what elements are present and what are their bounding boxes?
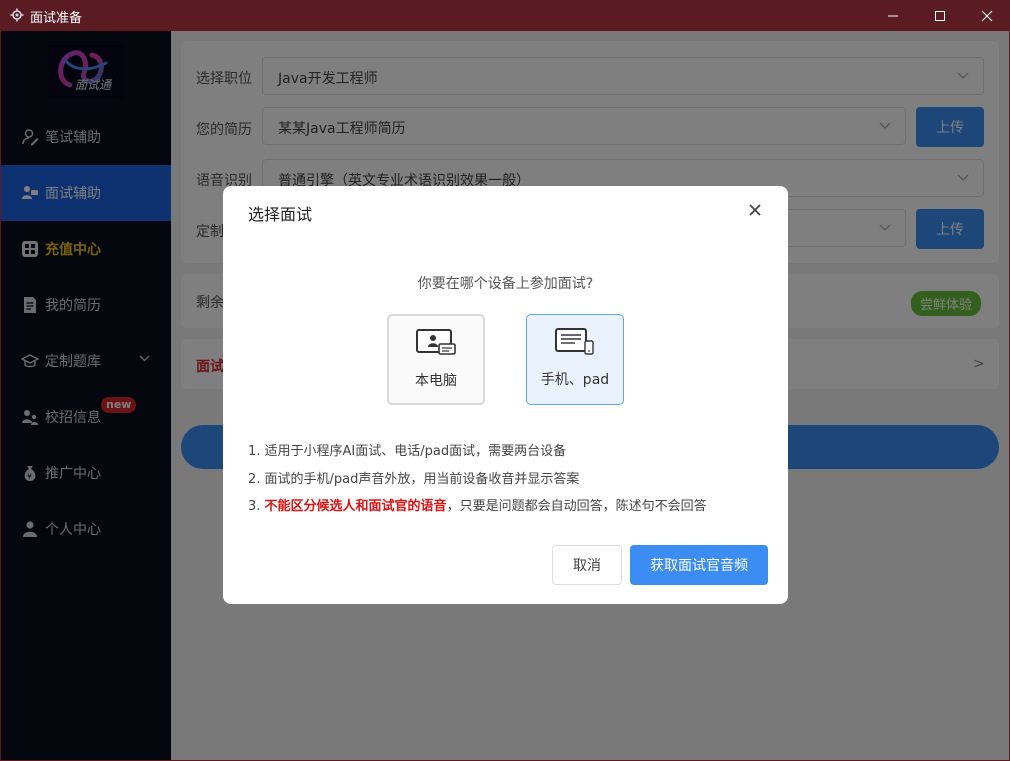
get-interviewer-audio-button[interactable]: 获取面试官音频 [630,545,768,585]
computer-icon [416,329,456,355]
device-option-mobile-pad[interactable]: 手机、pad [526,314,624,405]
close-window-button[interactable] [964,0,1010,31]
minimize-icon [888,15,898,16]
title-bar: 面试准备 [0,0,1010,31]
dialog-title: 选择面试 [248,205,313,224]
window-title: 面试准备 [30,11,83,26]
warning-text: 不能区分候选人和面试官的语音 [264,499,447,514]
close-icon[interactable] [747,202,763,218]
note-line-2: 2. 面试的手机/pad声音外放，用当前设备收音并显示答案 [248,472,580,487]
minimize-button[interactable] [870,0,916,31]
note-line-3: 3. 不能区分候选人和面试官的语音，只要是问题都会自动回答，陈述句不会回答 [248,499,707,514]
mobile-pad-icon [555,328,594,355]
close-icon [981,10,993,21]
device-question: 你要在哪个设备上参加面试? [417,276,594,292]
note-line-1: 1. 适用于小程序AI面试、电话/pad面试，需要两台设备 [248,444,567,459]
select-interview-dialog: 选择面试 你要在哪个设备上参加面试? 本电脑 手机、pad 1. 适用于小程序A… [223,186,788,604]
cancel-button[interactable]: 取消 [552,545,622,585]
device-option-computer[interactable]: 本电脑 [387,314,485,405]
maximize-icon [935,10,945,21]
gear-icon [10,8,24,22]
maximize-button[interactable] [917,0,963,31]
